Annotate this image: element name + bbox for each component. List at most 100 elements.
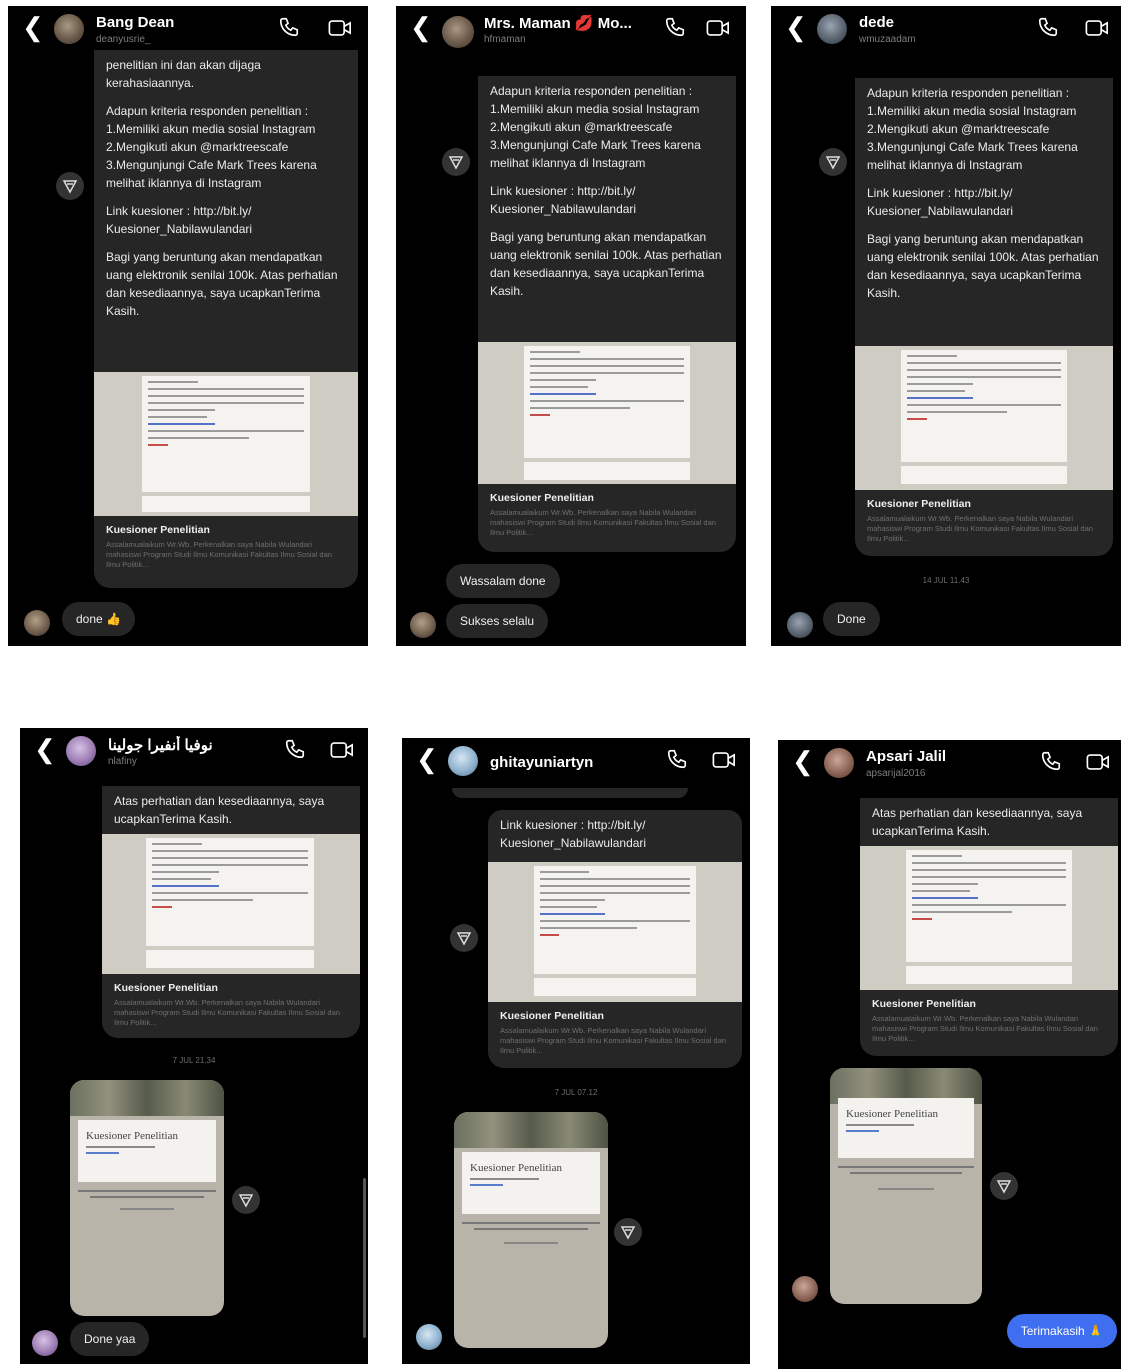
contact-username: apsarijal2016: [866, 768, 926, 779]
sender-avatar: [416, 1324, 442, 1350]
reply-message: Wassalam done: [446, 564, 560, 598]
chat-header: ❮ dede wmuzaadam: [771, 6, 1121, 56]
shared-image-message[interactable]: Kuesioner Penelitian: [454, 1112, 608, 1348]
chat-screenshot-4: ❮ نوفيا أنفيرا جولينا nlafiny Atas perha…: [20, 728, 368, 1364]
message-paragraph: Adapun kriteria responden penelitian : 1…: [106, 104, 317, 190]
contact-name[interactable]: Bang Dean: [96, 14, 174, 31]
form-preview: Kuesioner Penelitian: [78, 1120, 216, 1182]
form-preview: Kuesioner Penelitian: [462, 1152, 600, 1214]
avatar[interactable]: [442, 16, 474, 48]
link-preview-card[interactable]: Kuesioner Penelitian Assalamualaikum Wr.…: [94, 516, 358, 588]
message-paragraph: Bagi yang beruntung akan mendapatkan uan…: [867, 232, 1099, 300]
sender-avatar: [24, 610, 50, 636]
link-preview-card[interactable]: Kuesioner Penelitian Assalamualaikum Wr.…: [478, 484, 736, 552]
message-text: Adapun kriteria responden penelitian : 1…: [478, 76, 736, 342]
avatar[interactable]: [66, 736, 96, 766]
chat-header: ❮ نوفيا أنفيرا جولينا nlafiny: [20, 728, 368, 778]
scrollbar[interactable]: [363, 1178, 366, 1338]
link-preview-image[interactable]: [102, 834, 360, 974]
share-button[interactable]: [450, 924, 478, 952]
message-paragraph: Atas perhatian dan kesediaannya, saya uc…: [114, 794, 325, 826]
phone-icon[interactable]: [278, 16, 300, 38]
back-chevron-icon[interactable]: ❮: [785, 14, 807, 40]
link-preview-image[interactable]: [488, 862, 742, 1002]
message-text: Atas perhatian dan kesediaannya, saya uc…: [860, 798, 1118, 846]
video-icon[interactable]: [328, 18, 352, 38]
contact-username: wmuzaadam: [859, 34, 916, 45]
link-preview-card[interactable]: Kuesioner Penelitian Assalamualaikum Wr.…: [855, 490, 1113, 556]
phone-icon[interactable]: [666, 748, 688, 770]
avatar[interactable]: [817, 14, 847, 44]
share-icon: [620, 1226, 636, 1240]
avatar[interactable]: [824, 748, 854, 778]
back-chevron-icon[interactable]: ❮: [22, 14, 44, 40]
chat-screenshot-5: ❮ ghitayuniartyn Link kuesioner : http:/…: [402, 738, 750, 1364]
link-preview-card[interactable]: Kuesioner Penelitian Assalamualaikum Wr.…: [488, 1002, 742, 1068]
share-button[interactable]: [819, 148, 847, 176]
shared-image-message[interactable]: Kuesioner Penelitian: [70, 1080, 224, 1316]
link-preview-image[interactable]: [478, 342, 736, 484]
form-title: Kuesioner Penelitian: [470, 1162, 562, 1174]
preview-document: [901, 350, 1067, 462]
share-icon: [825, 156, 841, 170]
share-icon: [996, 1180, 1012, 1194]
contact-username: hfmaman: [484, 34, 526, 45]
video-icon[interactable]: [706, 18, 730, 38]
message-paragraph: Adapun kriteria responden penelitian : 1…: [867, 86, 1078, 172]
share-button[interactable]: [614, 1218, 642, 1246]
share-button[interactable]: [442, 148, 470, 176]
back-chevron-icon[interactable]: ❮: [792, 748, 814, 774]
chat-screenshot-2: ❮ Mrs. Maman 💋 Mo... hfmaman Adapun krit…: [396, 6, 746, 646]
contact-name[interactable]: ghitayuniartyn: [490, 754, 593, 771]
link-preview-image[interactable]: [855, 346, 1113, 490]
chat-screenshot-1: ❮ Bang Dean deanyusrie_ penelitian ini d…: [8, 6, 368, 646]
preview-document: [146, 838, 314, 946]
link-title: Kuesioner Penelitian: [106, 524, 210, 536]
link-preview-image[interactable]: [860, 846, 1118, 990]
link-description: Assalamualaikum Wr.Wb. Perkenalkan saya …: [106, 540, 332, 569]
message-paragraph: Link kuesioner : http://bit.ly/ Kuesione…: [867, 186, 1014, 218]
message-text: Link kuesioner : http://bit.ly/ Kuesione…: [488, 810, 742, 862]
back-chevron-icon[interactable]: ❮: [34, 736, 56, 762]
preview-document: [906, 850, 1072, 962]
message-paragraph: Atas perhatian dan kesediaannya, saya uc…: [872, 806, 1083, 838]
contact-name[interactable]: Mrs. Maman 💋 Mo...: [484, 14, 632, 32]
share-button[interactable]: [990, 1172, 1018, 1200]
avatar[interactable]: [54, 14, 84, 44]
chat-header: ❮ Apsari Jalil apsarijal2016: [778, 740, 1121, 790]
message-paragraph: penelitian ini dan akan dijaga kerahasia…: [106, 58, 261, 90]
video-icon[interactable]: [1086, 752, 1110, 772]
contact-name[interactable]: نوفيا أنفيرا جولينا: [108, 736, 213, 754]
form-title: Kuesioner Penelitian: [86, 1130, 178, 1142]
phone-icon[interactable]: [1040, 750, 1062, 772]
share-button[interactable]: [56, 172, 84, 200]
avatar[interactable]: [448, 746, 478, 776]
video-icon[interactable]: [712, 750, 736, 770]
back-chevron-icon[interactable]: ❮: [410, 14, 432, 40]
link-description: Assalamualaikum Wr.Wb. Perkenalkan saya …: [867, 514, 1093, 543]
link-title: Kuesioner Penelitian: [500, 1010, 604, 1022]
share-icon: [62, 180, 78, 194]
message-text: Atas perhatian dan kesediaannya, saya uc…: [102, 786, 360, 834]
sender-avatar: [792, 1276, 818, 1302]
back-chevron-icon[interactable]: ❮: [416, 746, 438, 772]
phone-icon[interactable]: [1037, 16, 1059, 38]
link-preview-card[interactable]: Kuesioner Penelitian Assalamualaikum Wr.…: [860, 990, 1118, 1056]
chat-header: ❮ Bang Dean deanyusrie_: [8, 6, 368, 56]
link-description: Assalamualaikum Wr.Wb. Perkenalkan saya …: [500, 1026, 726, 1055]
contact-name[interactable]: dede: [859, 14, 894, 31]
phone-icon[interactable]: [664, 16, 686, 38]
sender-avatar: [787, 612, 813, 638]
shared-image-message[interactable]: Kuesioner Penelitian: [830, 1068, 982, 1304]
link-preview-card[interactable]: Kuesioner Penelitian Assalamualaikum Wr.…: [102, 974, 360, 1038]
message-text: penelitian ini dan akan dijaga kerahasia…: [94, 50, 358, 372]
contact-name[interactable]: Apsari Jalil: [866, 748, 946, 765]
share-button[interactable]: [232, 1186, 260, 1214]
phone-icon[interactable]: [284, 738, 306, 760]
video-icon[interactable]: [330, 740, 354, 760]
video-icon[interactable]: [1085, 18, 1109, 38]
reply-message: done 👍: [62, 602, 135, 636]
message-paragraph: Link kuesioner : http://bit.ly/ Kuesione…: [490, 184, 637, 216]
link-preview-image[interactable]: [94, 372, 358, 516]
share-icon: [456, 932, 472, 946]
